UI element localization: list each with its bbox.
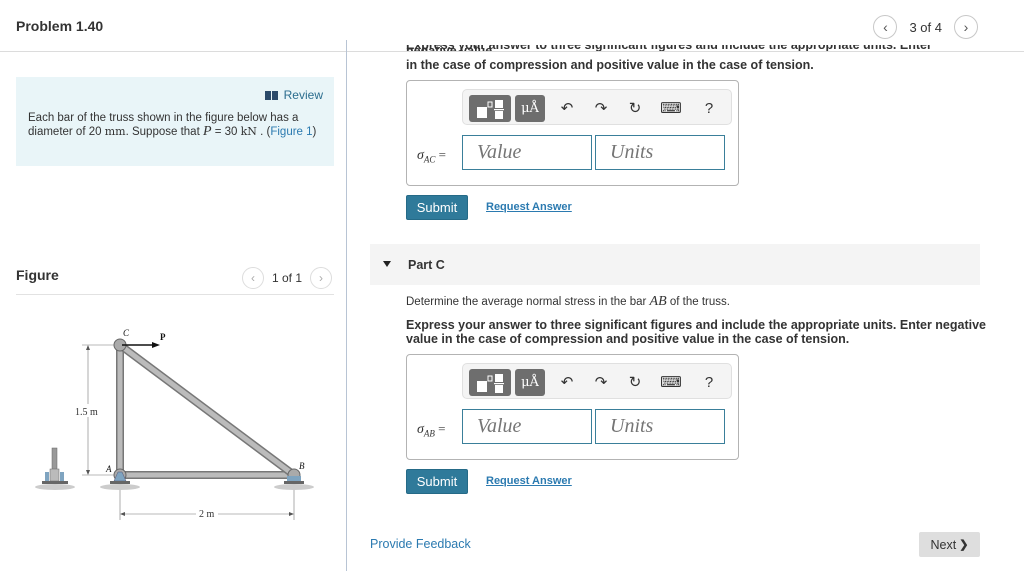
chevron-right-icon: › xyxy=(319,271,324,285)
ground-b xyxy=(274,484,314,490)
templates-button[interactable] xyxy=(469,95,511,122)
reset-icon[interactable]: ↻ xyxy=(625,98,645,118)
height-label: 1.5 m xyxy=(75,407,98,418)
units-input[interactable] xyxy=(595,409,725,444)
redo-icon[interactable]: ↷ xyxy=(591,372,611,392)
undo-icon[interactable]: ↶ xyxy=(557,98,577,118)
prev-figure-button[interactable]: ‹ xyxy=(242,267,264,289)
chevron-left-icon: ‹ xyxy=(883,19,888,35)
part-b-submit-button[interactable]: Submit xyxy=(406,195,468,220)
undo-icon[interactable]: ↶ xyxy=(557,372,577,392)
sigma-ab-label: σAB = xyxy=(417,421,446,439)
next-label: Next xyxy=(930,537,957,552)
label-c: C xyxy=(123,328,130,338)
help-icon[interactable]: ? xyxy=(699,372,719,392)
part-b-answer-box: μÅ ↶ ↷ ↻ ⌨ ? σAC = xyxy=(406,80,739,186)
part-c-submit-button[interactable]: Submit xyxy=(406,469,468,494)
next-problem-button[interactable]: › xyxy=(954,15,978,39)
part-c-title: Part C xyxy=(408,258,445,272)
value-input[interactable] xyxy=(462,409,592,444)
review-label: Review xyxy=(283,88,323,102)
ground-left xyxy=(35,484,75,490)
part-c-header[interactable]: Part C xyxy=(370,244,980,285)
value-input[interactable] xyxy=(462,135,592,170)
sigma-ac-label: σAC = xyxy=(417,147,447,165)
figure-title: Figure xyxy=(16,267,59,283)
fraction-template-icon xyxy=(477,99,504,119)
next-button[interactable]: Next ❯ xyxy=(919,532,980,557)
review-link[interactable]: Review xyxy=(264,88,323,102)
prev-problem-button[interactable]: ‹ xyxy=(873,15,898,39)
keyboard-icon[interactable]: ⌨ xyxy=(660,98,682,118)
math-toolbar: μÅ ↶ ↷ ↻ ⌨ ? xyxy=(462,363,732,399)
load-label-p: P xyxy=(160,332,166,342)
chevron-right-icon: ❯ xyxy=(959,539,969,551)
label-b: B xyxy=(299,461,305,471)
part-c-instruction: Express your answer to three significant… xyxy=(406,318,986,346)
provide-feedback-link[interactable]: Provide Feedback xyxy=(370,537,471,551)
figure-separator xyxy=(16,294,334,295)
redo-icon[interactable]: ↷ xyxy=(591,98,611,118)
truss-figure: 1.5 m 2 m P C A B xyxy=(35,328,314,520)
support-detail-base xyxy=(42,481,68,484)
chevron-left-icon: ‹ xyxy=(251,271,255,285)
next-figure-button[interactable]: › xyxy=(310,267,333,289)
book-icon xyxy=(264,90,278,100)
units-button[interactable]: μÅ xyxy=(515,95,545,122)
panel-divider xyxy=(346,40,347,571)
ground-a xyxy=(100,484,140,490)
problem-title: Problem 1.40 xyxy=(16,18,104,34)
figure-pager: ‹ 1 of 1 › xyxy=(242,267,333,289)
caret-down-icon xyxy=(383,261,391,267)
figure-link[interactable]: Figure 1 xyxy=(270,126,312,138)
roller-support-b xyxy=(284,481,304,484)
fraction-template-icon xyxy=(477,373,504,393)
part-b-instruction-cut: Express your answer to three significant… xyxy=(406,45,980,51)
part-c-answer-box: μÅ ↶ ↷ ↻ ⌨ ? σAB = xyxy=(406,354,739,460)
part-b-instruction: in the case of compression and positive … xyxy=(406,58,814,72)
figure-pager-text: 1 of 1 xyxy=(272,271,303,285)
units-input[interactable] xyxy=(595,135,725,170)
label-a: A xyxy=(105,464,112,474)
units-button[interactable]: μÅ xyxy=(515,369,545,396)
help-icon[interactable]: ? xyxy=(699,98,719,118)
math-toolbar: μÅ ↶ ↷ ↻ ⌨ ? xyxy=(462,89,732,125)
pin-support-a xyxy=(110,481,130,484)
support-detail-post xyxy=(51,447,58,473)
chevron-right-icon: › xyxy=(963,19,969,35)
templates-button[interactable] xyxy=(469,369,511,396)
problem-statement: Each bar of the truss shown in the figur… xyxy=(28,112,317,139)
part-c-request-answer-link[interactable]: Request Answer xyxy=(486,475,572,487)
problem-intro: Review Each bar of the truss shown in th… xyxy=(16,77,334,166)
part-b-request-answer-link[interactable]: Request Answer xyxy=(486,201,572,213)
problem-pager-text: 3 of 4 xyxy=(909,19,942,35)
problem-pager: ‹ 3 of 4 › xyxy=(873,15,978,39)
reset-icon[interactable]: ↻ xyxy=(625,372,645,392)
width-label: 2 m xyxy=(199,509,215,520)
keyboard-icon[interactable]: ⌨ xyxy=(660,372,682,392)
part-c-question: Determine the average normal stress in t… xyxy=(406,294,730,309)
